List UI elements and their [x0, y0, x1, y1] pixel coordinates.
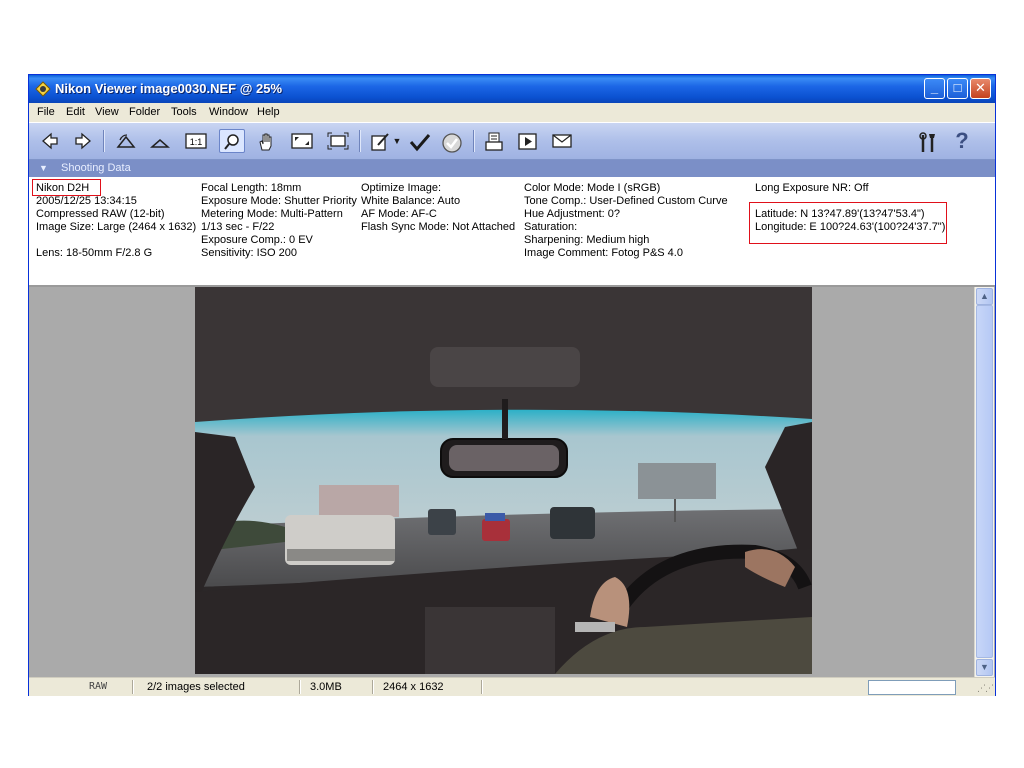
color-mode: Color Mode: Mode I (sRGB)	[524, 182, 661, 194]
tone-comp: Tone Comp.: User-Defined Custom Curve	[524, 195, 728, 207]
back-arrow-icon[interactable]	[37, 129, 63, 153]
focal-length: Focal Length: 18mm	[201, 182, 302, 194]
check-icon[interactable]	[407, 129, 433, 153]
svg-text:1:1: 1:1	[190, 137, 203, 147]
scroll-thumb[interactable]	[976, 305, 993, 658]
hue-adjustment: Hue Adjustment: 0?	[524, 208, 621, 220]
nikon-viewer-window: Nikon Viewer image0030.NEF @ 25% _ □ ✕ F…	[28, 74, 996, 696]
capture-date: 2005/12/25 13:34:15	[36, 195, 137, 207]
shooting-col-2: Focal Length: 18mm Exposure Mode: Shutte…	[201, 182, 357, 260]
shooting-data-label: Shooting Data	[61, 162, 131, 174]
file-size: 3.0MB	[310, 681, 342, 693]
lens: Lens: 18-50mm F/2.8 G	[36, 247, 153, 259]
actual-size-icon[interactable]: 1:1	[183, 129, 209, 153]
vertical-scrollbar[interactable]: ▲ ▼	[974, 287, 994, 677]
image-size: Image Size: Large (2464 x 1632)	[36, 221, 197, 233]
file-format: Compressed RAW (12-bit)	[36, 208, 165, 220]
white-balance: White Balance: Auto	[361, 195, 461, 207]
shooting-col-4: Color Mode: Mode I (sRGB) Tone Comp.: Us…	[524, 182, 728, 260]
shutter-aperture: 1/13 sec - F/22	[201, 221, 275, 233]
rotate-right-icon[interactable]	[147, 129, 173, 153]
close-button[interactable]: ✕	[970, 78, 991, 99]
fit-screen-icon[interactable]	[289, 129, 315, 153]
scroll-up-button[interactable]: ▲	[976, 288, 993, 305]
gps-highlight	[749, 202, 947, 244]
rotate-left-icon[interactable]	[113, 129, 139, 153]
menu-edit[interactable]: Edit	[66, 106, 85, 118]
resize-grip-icon[interactable]: ⋰⋰	[977, 683, 994, 694]
status-divider	[132, 680, 134, 694]
toolbar: 1:1 ▼ ?	[29, 123, 995, 160]
hand-icon[interactable]	[253, 129, 279, 153]
menu-view[interactable]: View	[95, 106, 119, 118]
camera-model-highlight	[32, 179, 101, 196]
shooting-data-header[interactable]: ▼ Shooting Data	[29, 160, 995, 177]
mail-icon[interactable]	[549, 129, 575, 153]
photo	[195, 287, 812, 674]
menu-help[interactable]: Help	[257, 106, 280, 118]
metering-mode: Metering Mode: Multi-Pattern	[201, 208, 343, 220]
saturation: Saturation:	[524, 221, 578, 233]
af-mode: AF Mode: AF-C	[361, 208, 437, 220]
title-bar[interactable]: Nikon Viewer image0030.NEF @ 25% _ □ ✕	[29, 75, 995, 103]
shooting-col-3: Optimize Image: White Balance: Auto AF M…	[361, 182, 515, 234]
car-interior-photo	[195, 287, 812, 674]
edit-icon[interactable]	[367, 129, 393, 153]
exposure-comp: Exposure Comp.: 0 EV	[201, 234, 313, 246]
toolbar-separator	[103, 130, 105, 152]
image-dimensions: 2464 x 1632	[383, 681, 444, 693]
slideshow-icon[interactable]	[515, 129, 541, 153]
sharpening: Sharpening: Medium high	[524, 234, 650, 246]
status-divider	[299, 680, 301, 694]
collapse-triangle-icon[interactable]: ▼	[39, 163, 48, 173]
file-type-label: RAW	[89, 681, 108, 692]
progress-box	[868, 680, 956, 695]
menu-bar: File Edit View Folder Tools Window Help	[29, 103, 995, 123]
dropdown-icon[interactable]: ▼	[391, 129, 403, 153]
help-icon[interactable]: ?	[949, 129, 975, 153]
image-viewer[interactable]: ▲ ▼	[29, 287, 995, 677]
sensitivity: Sensitivity: ISO 200	[201, 247, 297, 259]
forward-arrow-icon[interactable]	[70, 129, 96, 153]
shooting-data-panel: Nikon D2H 2005/12/25 13:34:15 Compressed…	[29, 177, 995, 287]
long-exposure-nr: Long Exposure NR: Off	[755, 182, 869, 194]
protect-icon[interactable]	[439, 129, 465, 153]
minimize-button[interactable]: _	[924, 78, 945, 99]
status-bar: RAW 2/2 images selected 3.0MB 2464 x 163…	[29, 677, 995, 696]
scroll-down-button[interactable]: ▼	[976, 659, 993, 676]
full-screen-icon[interactable]	[325, 129, 351, 153]
window-title: Nikon Viewer image0030.NEF @ 25%	[55, 81, 283, 96]
status-divider	[481, 680, 483, 694]
status-divider	[372, 680, 374, 694]
toolbar-separator	[359, 130, 361, 152]
tools-icon[interactable]	[915, 129, 941, 153]
exposure-mode: Exposure Mode: Shutter Priority	[201, 195, 357, 207]
menu-folder[interactable]: Folder	[129, 106, 160, 118]
toolbar-separator	[473, 130, 475, 152]
maximize-button[interactable]: □	[947, 78, 968, 99]
nikon-viewer-icon	[35, 81, 51, 97]
image-comment: Image Comment: Fotog P&S 4.0	[524, 247, 683, 259]
menu-window[interactable]: Window	[209, 106, 248, 118]
zoom-icon[interactable]	[219, 129, 245, 153]
selection-status: 2/2 images selected	[147, 681, 245, 693]
menu-tools[interactable]: Tools	[171, 106, 197, 118]
menu-file[interactable]: File	[37, 106, 55, 118]
flash-sync-mode: Flash Sync Mode: Not Attached	[361, 221, 516, 233]
optimize-image: Optimize Image:	[361, 182, 442, 194]
print-icon[interactable]	[481, 129, 507, 153]
